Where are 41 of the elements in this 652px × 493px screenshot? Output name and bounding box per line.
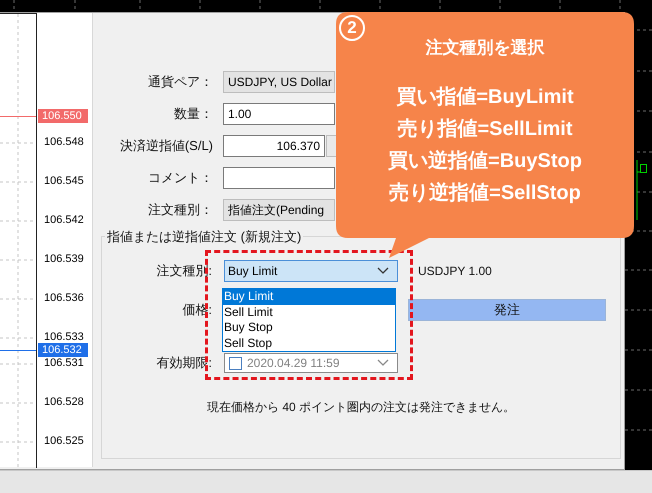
price-label: 106.536 — [43, 291, 85, 305]
chevron-down-icon — [377, 359, 389, 367]
price-label: 106.550 — [38, 109, 88, 123]
dropdown-option[interactable]: Sell Limit — [223, 304, 395, 320]
price-label: 106.528 — [43, 395, 85, 409]
field-label: 注文種別： — [147, 201, 213, 219]
callout-text: 売り逆指値=SellStop — [389, 180, 581, 206]
callout-text: 買い指値=BuyLimit — [396, 85, 574, 110]
price-label: 106.531 — [43, 356, 85, 370]
price-line — [0, 116, 36, 117]
dropdown-field[interactable]: 1.00 — [223, 103, 335, 125]
info-text: 現在価格から 40 ポイント圏内の注文は発注できません。 — [206, 399, 516, 416]
place-order-button[interactable]: 発注 — [408, 299, 606, 321]
candlestick — [634, 160, 648, 220]
order-type-dropdown[interactable]: Buy Limit — [224, 260, 398, 282]
input-field[interactable] — [223, 167, 335, 189]
price-line — [0, 350, 36, 351]
number-field[interactable]: 106.370 — [223, 135, 325, 157]
dropdown-option[interactable]: Sell Stop — [223, 336, 395, 351]
price-label: 106.533 — [43, 330, 85, 344]
symbol-volume-text: USDJPY 1.00 — [418, 264, 492, 278]
checkbox[interactable] — [229, 356, 242, 370]
price-label: 106.545 — [43, 174, 85, 188]
callout-text: 買い逆指値=BuyStop — [388, 148, 582, 174]
price-label: 106.548 — [43, 135, 85, 149]
chevron-down-icon — [377, 267, 389, 275]
field-label: 決済逆指値(S/L) — [118, 137, 213, 155]
dropdown-option[interactable]: Buy Stop — [223, 320, 395, 336]
field-label: コメント： — [147, 169, 213, 187]
price-label: 106.539 — [43, 252, 85, 266]
dropdown-option[interactable]: Buy Limit — [223, 289, 395, 304]
field-label: 通貨ペア： — [147, 73, 213, 91]
expiry-date-field[interactable]: 2020.04.29 11:59 — [224, 353, 398, 373]
price-label: 106.542 — [43, 213, 85, 227]
field-label: 数量： — [173, 105, 213, 123]
callout-title: 注文種別を選択 — [426, 37, 544, 59]
step-number-badge: 2 — [339, 15, 365, 41]
price-label: 106.525 — [43, 434, 85, 448]
price-label: 106.532 — [38, 343, 88, 357]
group-title: 指値または逆指値注文 (新規注文) — [105, 228, 304, 246]
callout-text: 売り指値=SellLimit — [397, 117, 573, 142]
